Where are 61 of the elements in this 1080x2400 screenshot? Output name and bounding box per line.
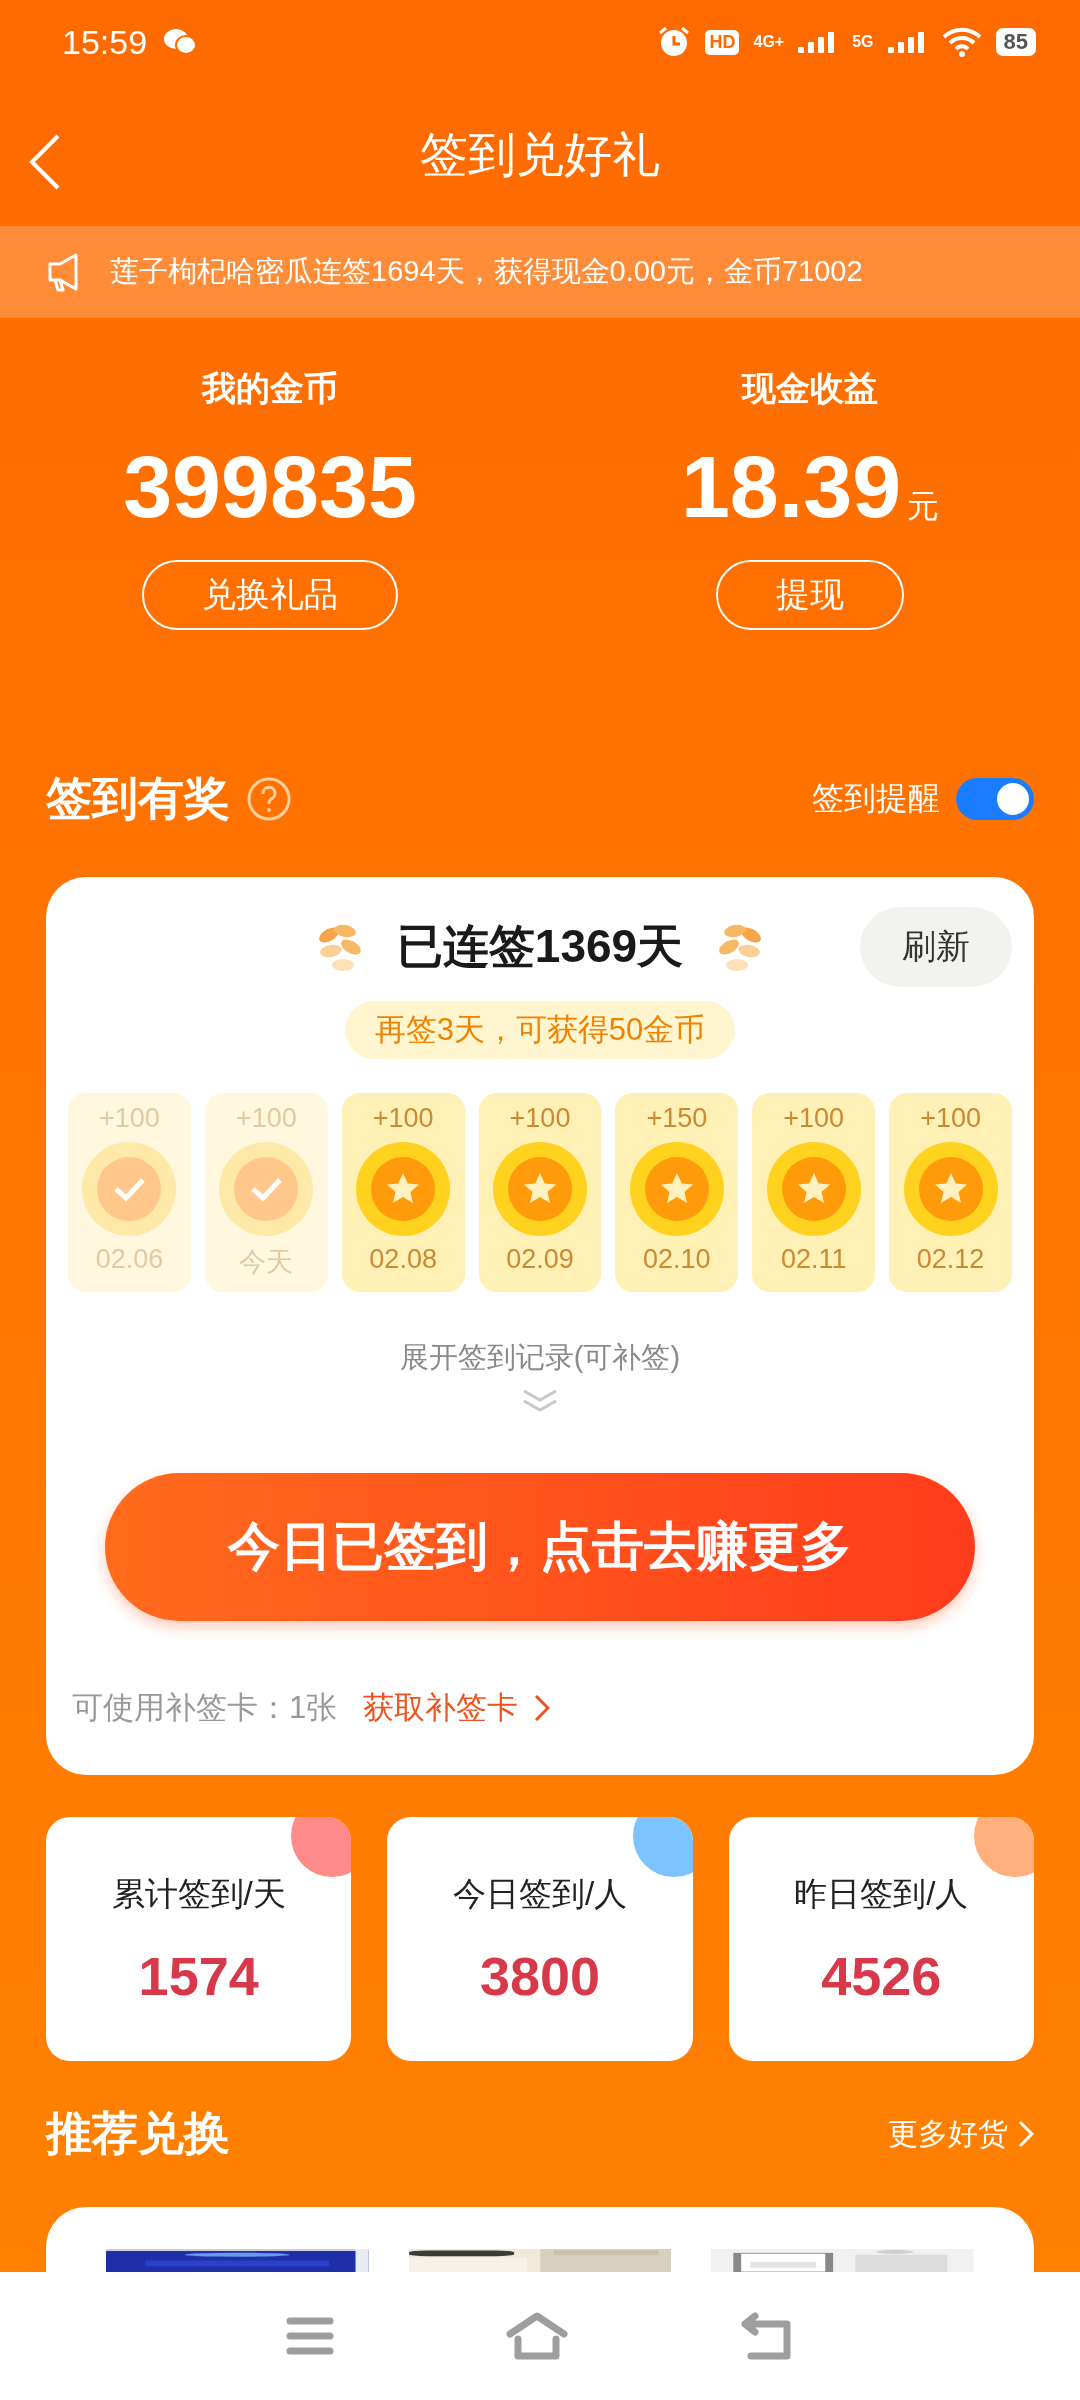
star-coin-icon <box>764 1140 863 1238</box>
balance-label: 现金收益 <box>742 368 878 409</box>
network-label: 4G+ <box>753 34 785 50</box>
refresh-button[interactable]: 刷新 <box>860 907 1012 987</box>
hd-badge: HD <box>705 29 740 55</box>
date-label: 02.12 <box>916 1244 985 1275</box>
date-label: 今天 <box>239 1246 294 1279</box>
stat-value: 1574 <box>138 1944 259 2007</box>
help-icon[interactable] <box>246 776 292 822</box>
date-label: 02.08 <box>369 1244 437 1275</box>
balance-value: 18.39 <box>680 436 902 538</box>
outline-button[interactable]: 兑换礼品 <box>142 560 398 630</box>
status-time: 15:59 <box>62 22 148 62</box>
network-label: 5G <box>852 34 874 50</box>
chevron-right-icon <box>534 1694 551 1722</box>
section-title: 签到有奖 <box>46 771 230 826</box>
bonus-hint: 再签3天，可获得50金币 <box>344 1001 736 1059</box>
more-goods-link[interactable]: 更多好货 <box>888 2113 1034 2155</box>
chevron-right-icon <box>1018 2120 1034 2148</box>
reward-label: +100 <box>235 1103 297 1134</box>
makeup-card-count: 可使用补签卡：1张 <box>72 1689 338 1727</box>
reward-label: +100 <box>509 1103 571 1134</box>
home-icon[interactable] <box>506 2312 568 2360</box>
date-label: 02.11 <box>780 1244 847 1275</box>
streak-text: 已连签1369天 <box>396 919 684 974</box>
reward-label: +150 <box>646 1103 708 1134</box>
outline-button[interactable]: 提现 <box>716 560 904 630</box>
date-label: 02.06 <box>95 1244 164 1275</box>
alarm-clock-icon <box>657 25 692 59</box>
star-coin-icon <box>627 1140 726 1238</box>
stat-value: 3800 <box>479 1944 601 2007</box>
stat-label: 今日签到/人 <box>452 1873 628 1914</box>
reward-label: +100 <box>372 1103 434 1134</box>
earn-more-button[interactable]: 今日已签到，点击去赚更多 <box>105 1473 975 1621</box>
announcement-text: 莲子枸杞哈密瓜连签1694天，获得现金0.00元，金币71002 <box>110 254 863 289</box>
section-title: 推荐兑换 <box>46 2106 230 2161</box>
wifi-icon <box>941 27 982 57</box>
reward-label: +100 <box>783 1103 845 1134</box>
balance-value: 399835 <box>123 436 417 538</box>
stat-label: 昨日签到/人 <box>794 1873 969 1914</box>
unit-label: 元 <box>907 487 940 526</box>
balance-label: 我的金币 <box>202 368 338 409</box>
stat-value: 4526 <box>821 1944 942 2007</box>
page-title: 签到兑好礼 <box>420 127 660 183</box>
stat-label: 累计签到/天 <box>111 1873 286 1914</box>
expand-record-link[interactable]: 展开签到记录(可补签) <box>68 1338 1012 1378</box>
reminder-label: 签到提醒 <box>812 779 940 818</box>
get-card-link[interactable]: 获取补签卡 <box>363 1687 551 1729</box>
check-coin-icon <box>80 1140 179 1238</box>
date-label: 02.09 <box>506 1244 574 1275</box>
reward-label: +100 <box>99 1103 160 1134</box>
reward-label: +100 <box>920 1103 981 1134</box>
toggle-switch[interactable] <box>956 778 1034 820</box>
chat-bubbles-icon <box>163 28 198 56</box>
battery-level: 85 <box>995 28 1036 56</box>
date-label: 02.10 <box>643 1244 711 1275</box>
star-coin-icon <box>901 1140 1000 1238</box>
star-coin-icon <box>354 1140 453 1238</box>
menu-icon[interactable] <box>285 2316 336 2356</box>
check-coin-icon <box>217 1140 316 1238</box>
star-coin-icon <box>491 1140 589 1238</box>
